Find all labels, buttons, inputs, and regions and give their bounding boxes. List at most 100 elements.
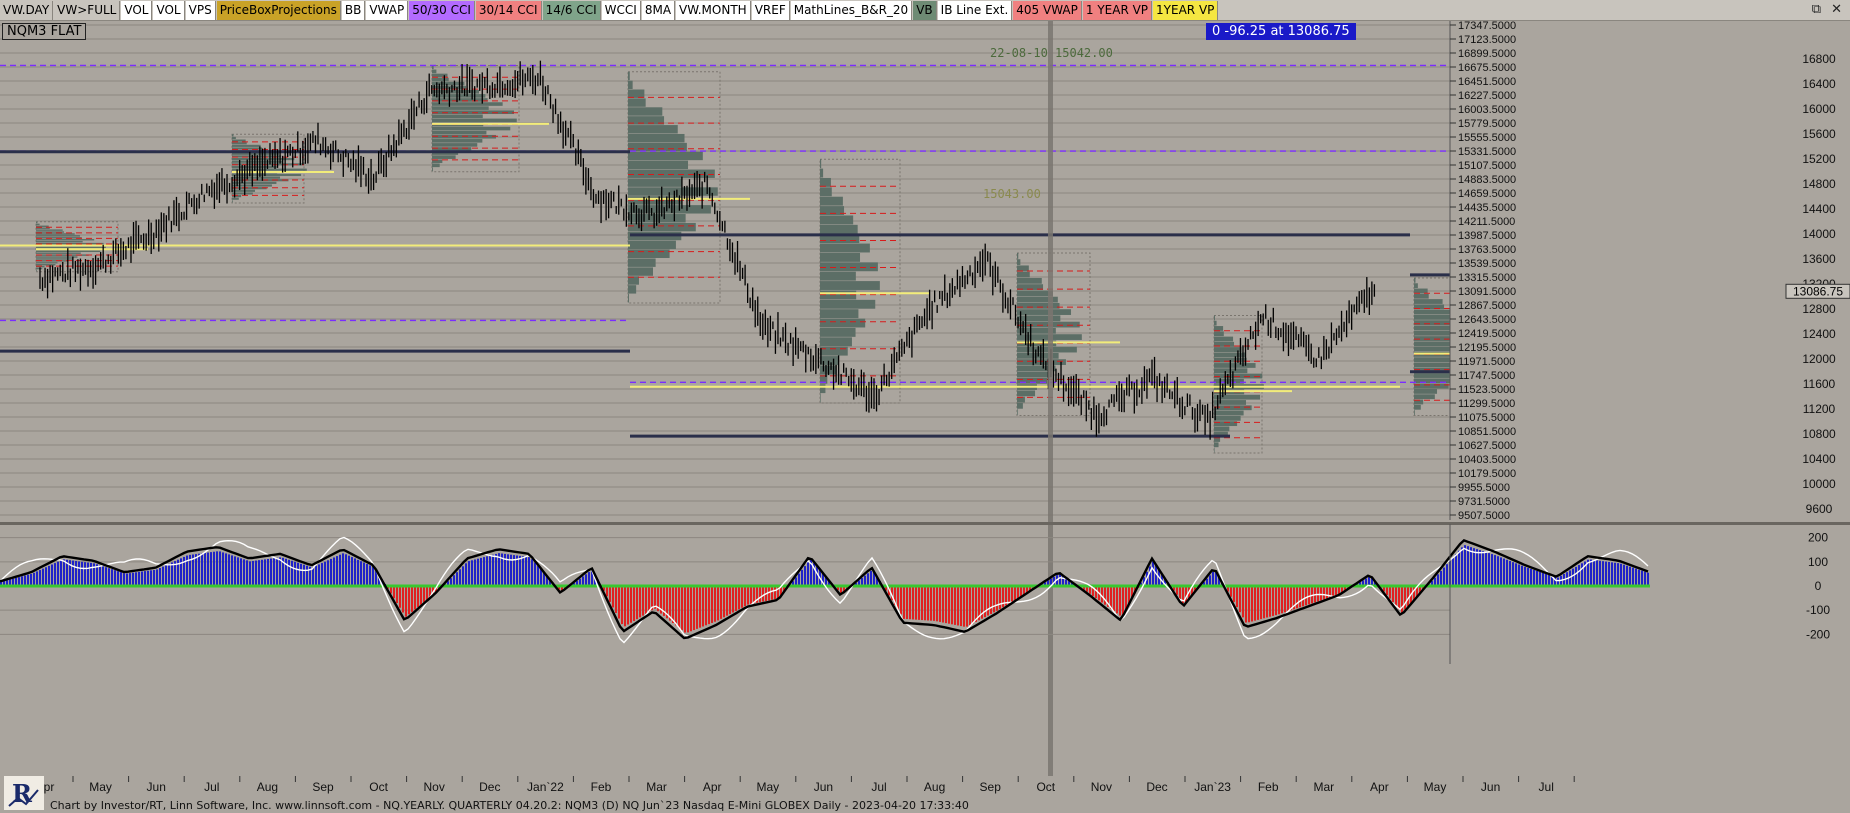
toolbar-button[interactable]: VPS — [185, 0, 216, 20]
cci-histogram-bar — [24, 575, 26, 586]
cci-histogram-bar — [483, 557, 485, 586]
cci-histogram-bar — [1629, 566, 1631, 586]
cci-histogram-bar — [369, 565, 371, 586]
profile-bar — [820, 196, 843, 206]
profile-bar — [36, 264, 56, 266]
cci-histogram-bar — [924, 586, 926, 621]
cci-histogram-bar — [1524, 566, 1526, 586]
toolbar-button[interactable]: BB — [341, 0, 366, 20]
cci-histogram-bar — [1497, 556, 1499, 586]
toolbar-button[interactable]: 14/6 CCI — [542, 0, 601, 20]
cci-histogram-bar — [132, 572, 134, 586]
toolbar-button[interactable]: PriceBoxProjections — [216, 0, 341, 20]
cci-histogram-bar — [816, 566, 818, 586]
svg-text:R: R — [12, 779, 33, 808]
profile-bar — [820, 215, 854, 225]
toolbar-button[interactable]: VREF — [751, 0, 790, 20]
toolbar-button[interactable]: WCCI — [601, 0, 641, 20]
cci-histogram-bar — [408, 586, 410, 615]
toolbar-button[interactable]: IB Line Ext. — [937, 0, 1013, 20]
price-major-label: 13600 — [1802, 252, 1836, 266]
cci-histogram-bar — [678, 586, 680, 628]
close-icon[interactable]: ✕ — [1831, 0, 1842, 20]
profile-bar — [1214, 336, 1234, 342]
cci-histogram-bar — [1614, 562, 1616, 586]
toolbar-button[interactable]: VWAP — [366, 0, 409, 20]
cci-histogram-bar — [1491, 554, 1493, 586]
toolbar-button[interactable]: 1 YEAR VP — [1082, 0, 1153, 20]
price-tick-label: 10403.5000 — [1458, 454, 1516, 466]
cci-histogram-bar — [540, 569, 542, 586]
price-tick-label: 14883.5000 — [1458, 174, 1516, 186]
cci-histogram-bar — [117, 571, 119, 586]
cci-histogram-bar — [1287, 586, 1289, 612]
toolbar-button[interactable]: 50/30 CCI — [409, 0, 475, 20]
profile-bar — [820, 384, 826, 394]
price-tick-label: 11299.5000 — [1458, 398, 1515, 410]
cci-histogram-bar — [1461, 547, 1463, 586]
cci-histogram-bar — [249, 561, 251, 586]
price-major-label: 10800 — [1802, 427, 1836, 441]
cci-histogram-bar — [162, 566, 164, 586]
price-major-label: 10000 — [1802, 477, 1836, 491]
cci-histogram-bar — [45, 567, 47, 586]
cci-histogram-bar — [1239, 586, 1241, 613]
cci-histogram-bar — [912, 586, 914, 620]
cci-histogram-bar — [1503, 558, 1505, 586]
toolbar-button[interactable]: MathLines_B&R_20 — [790, 0, 913, 20]
cci-histogram-bar — [288, 559, 290, 586]
x-month-label: Apr — [703, 780, 722, 794]
cci-histogram-bar — [1575, 566, 1577, 586]
cci-histogram-bar — [78, 561, 80, 586]
cci-level-label: -200 — [1806, 627, 1830, 641]
cci-histogram-bar — [456, 572, 458, 586]
profile-bar — [628, 151, 703, 161]
cci-histogram-bar — [63, 559, 65, 586]
cci-histogram-bar — [1530, 569, 1532, 586]
cci-histogram-bar — [114, 570, 116, 586]
x-month-label: Nov — [1091, 780, 1112, 794]
x-month-label: Mar — [646, 780, 667, 794]
profile-bar — [36, 221, 38, 224]
cci-histogram-bar — [198, 553, 200, 586]
toolbar-button[interactable]: VW.MONTH — [676, 0, 751, 20]
cci-histogram-bar — [312, 567, 314, 586]
price-tick-label: 14659.5000 — [1458, 188, 1516, 200]
toolbar-button[interactable]: VW>FULL — [54, 0, 121, 20]
toolbar-button[interactable]: 30/14 CCI — [475, 0, 542, 20]
cci-histogram-bar — [936, 586, 938, 622]
cci-histogram-bar — [462, 566, 464, 586]
cci-histogram-bar — [633, 586, 635, 621]
toolbar-button[interactable]: VB — [913, 0, 937, 20]
price-major-label: 16400 — [1802, 77, 1836, 91]
profile-bar — [432, 167, 433, 172]
pane-separator — [0, 522, 1850, 525]
cci-histogram-bar — [1281, 586, 1283, 614]
cci-histogram-bar — [1320, 586, 1322, 601]
cci-histogram-bar — [237, 557, 239, 586]
cci-histogram-bar — [726, 586, 728, 616]
toolbar-button[interactable]: VOL — [153, 0, 185, 20]
profile-bar — [1214, 394, 1261, 400]
cci-histogram-bar — [1155, 565, 1157, 586]
toolbar-button[interactable]: VOL — [121, 0, 153, 20]
profile-bar — [432, 114, 483, 119]
cci-histogram-bar — [693, 586, 695, 631]
toolbar-button[interactable]: VW.DAY — [0, 0, 54, 20]
cci-histogram-bar — [987, 586, 989, 616]
profile-bar — [432, 106, 489, 110]
cci-histogram-bar — [153, 569, 155, 586]
price-tick-label: 11747.5000 — [1458, 370, 1515, 382]
cci-histogram-bar — [1263, 586, 1265, 619]
toolbar-button[interactable]: 1YEAR VP — [1153, 0, 1219, 20]
profile-bar — [432, 163, 440, 168]
profile-bar — [820, 271, 856, 281]
restore-icon[interactable]: ⧉ — [1812, 0, 1821, 20]
toolbar-button[interactable]: 8MA — [641, 0, 676, 20]
profile-bar — [628, 258, 656, 267]
profile-bar — [1017, 402, 1023, 409]
cci-histogram-bar — [240, 558, 242, 586]
price-tick-label: 12643.5000 — [1458, 314, 1516, 326]
toolbar-button[interactable]: 405 VWAP — [1013, 0, 1082, 20]
cci-histogram-bar — [195, 554, 197, 586]
